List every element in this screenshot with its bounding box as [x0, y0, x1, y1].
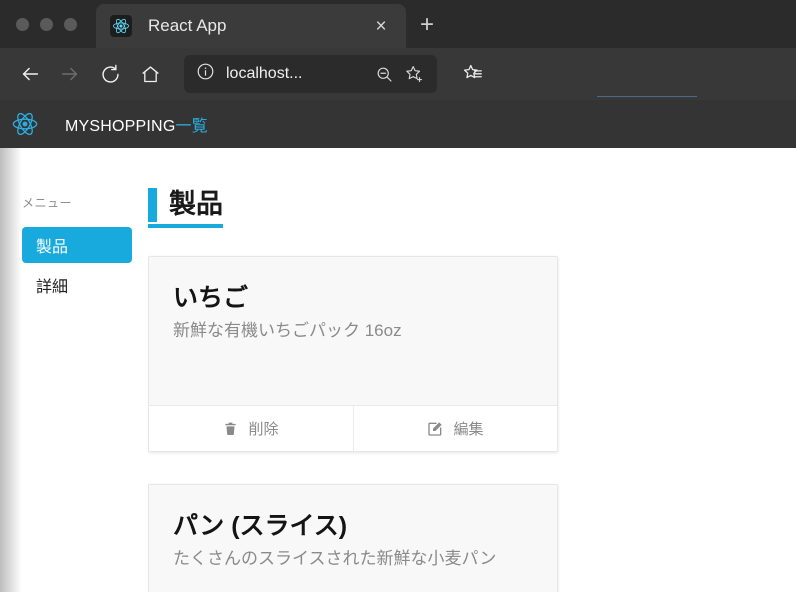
product-card-list: いちご 新鮮な有機いちごパック 16oz 削除 編集 パン (スライス) たくさ…: [148, 256, 796, 592]
navbar-brand-main: MYSHOPPING: [65, 118, 176, 135]
window-maximize-button[interactable]: [64, 17, 77, 31]
back-arrow-icon[interactable]: [10, 54, 50, 94]
toolbar-right-group: [453, 54, 493, 94]
delete-label: 削除: [248, 421, 279, 438]
browser-tab-react-app[interactable]: React App ×: [96, 4, 406, 48]
navbar-brand-accent: 一覧: [175, 118, 208, 135]
content-area: メニュー 製品 詳細 製品 いちご 新鮮な有機いちごパック 16oz 削除 編集…: [0, 148, 796, 592]
sidebar: メニュー 製品 詳細: [0, 148, 148, 592]
tab-title: React App: [148, 16, 227, 35]
sidebar-heading: メニュー: [22, 196, 73, 210]
edit-square-icon: [427, 421, 443, 437]
window-minimize-button[interactable]: [40, 17, 53, 31]
page-title-wrapper: 製品: [148, 188, 223, 228]
reload-icon[interactable]: [90, 54, 130, 94]
delete-button[interactable]: 削除: [149, 406, 353, 451]
product-description: たくさんのスライスされた新鮮な小麦パン: [173, 549, 497, 568]
new-tab-button[interactable]: +: [412, 10, 442, 40]
sidebar-item-products[interactable]: 製品: [22, 227, 132, 263]
page-viewport: MYSHOPPING一覧 メニュー 製品 詳細 製品 いちご 新鮮な有機いちごパ…: [0, 100, 796, 592]
page-title: 製品: [169, 189, 223, 220]
sidebar-item-label: 製品: [36, 239, 69, 256]
sidebar-item-label: 詳細: [36, 279, 69, 296]
product-description: 新鮮な有機いちごパック 16oz: [173, 321, 402, 340]
url-text[interactable]: localhost...: [226, 65, 369, 83]
title-accent-bar: [148, 188, 157, 222]
tab-strip: React App × +: [0, 0, 796, 48]
address-bar[interactable]: localhost...: [184, 55, 437, 93]
window-close-button[interactable]: [16, 17, 29, 31]
trash-icon: [223, 421, 238, 436]
product-card-body: いちご 新鮮な有機いちごパック 16oz: [149, 257, 557, 405]
product-card: いちご 新鮮な有機いちごパック 16oz 削除 編集: [148, 256, 558, 452]
sidebar-item-details[interactable]: 詳細: [22, 267, 132, 303]
product-card-body: パン (スライス) たくさんのスライスされた新鮮な小麦パン: [149, 485, 557, 592]
zoom-out-icon[interactable]: [369, 59, 399, 89]
info-circle-icon[interactable]: [196, 62, 215, 86]
main-content: 製品 いちご 新鮮な有機いちごパック 16oz 削除 編集 パン (スライス) …: [148, 148, 796, 592]
forward-arrow-icon: [50, 54, 90, 94]
edit-button[interactable]: 編集: [353, 406, 557, 451]
react-logo-icon: [8, 107, 42, 141]
browser-chrome: React App × + localhost...: [0, 0, 796, 100]
product-title: いちご: [173, 284, 249, 312]
add-favorite-star-icon[interactable]: [399, 59, 429, 89]
product-card-footer: 削除 編集: [149, 405, 557, 451]
product-title: パン (スライス): [173, 512, 348, 540]
edit-label: 編集: [453, 421, 484, 438]
chrome-focus-underline: [597, 96, 697, 97]
app-navbar: MYSHOPPING一覧: [0, 100, 796, 148]
navbar-brand[interactable]: MYSHOPPING一覧: [65, 112, 208, 136]
close-icon[interactable]: ×: [368, 13, 394, 39]
page-title-row: 製品: [148, 188, 223, 222]
home-icon[interactable]: [130, 54, 170, 94]
window-controls[interactable]: [0, 0, 96, 48]
product-card: パン (スライス) たくさんのスライスされた新鮮な小麦パン: [148, 484, 558, 592]
react-logo-icon: [110, 15, 132, 37]
collections-star-icon[interactable]: [453, 54, 493, 94]
screenshot-root: React App × + localhost... MYSHOPPING一覧 …: [0, 0, 796, 592]
navigation-toolbar: localhost...: [0, 48, 796, 100]
